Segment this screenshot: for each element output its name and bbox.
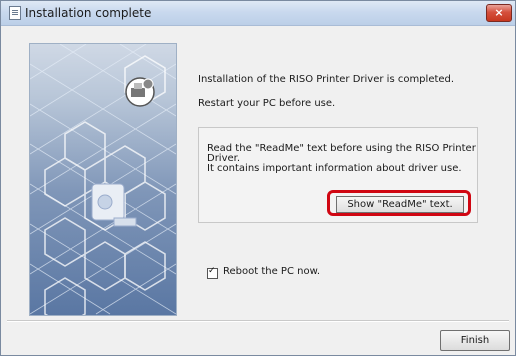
window-title: Installation complete	[25, 6, 152, 20]
installer-window: Installation complete × Installation of …	[0, 0, 516, 356]
finish-button[interactable]: Finish	[440, 330, 510, 351]
footer-separator	[7, 320, 509, 321]
close-button[interactable]: ×	[486, 4, 512, 22]
reboot-label[interactable]: Reboot the PC now.	[223, 266, 320, 277]
show-readme-highlight: Show "ReadMe" text.	[327, 190, 471, 216]
installer-app-icon	[9, 6, 21, 20]
completion-message: Installation of the RISO Printer Driver …	[198, 74, 455, 85]
dialog-content: Installation of the RISO Printer Driver …	[7, 26, 510, 351]
printer-badge-icon	[125, 77, 155, 107]
title-bar: Installation complete ×	[1, 1, 515, 26]
reboot-checkbox[interactable]	[207, 266, 218, 279]
readme-text-line-3: It contains important information about …	[207, 163, 462, 174]
show-readme-button[interactable]: Show "ReadMe" text.	[336, 196, 464, 213]
restart-message: Restart your PC before use.	[198, 98, 336, 109]
readme-text-line-1: Read the "ReadMe" text before using the …	[207, 143, 476, 154]
hexagon-pattern-graphic	[30, 44, 176, 315]
installer-side-image	[29, 43, 177, 316]
